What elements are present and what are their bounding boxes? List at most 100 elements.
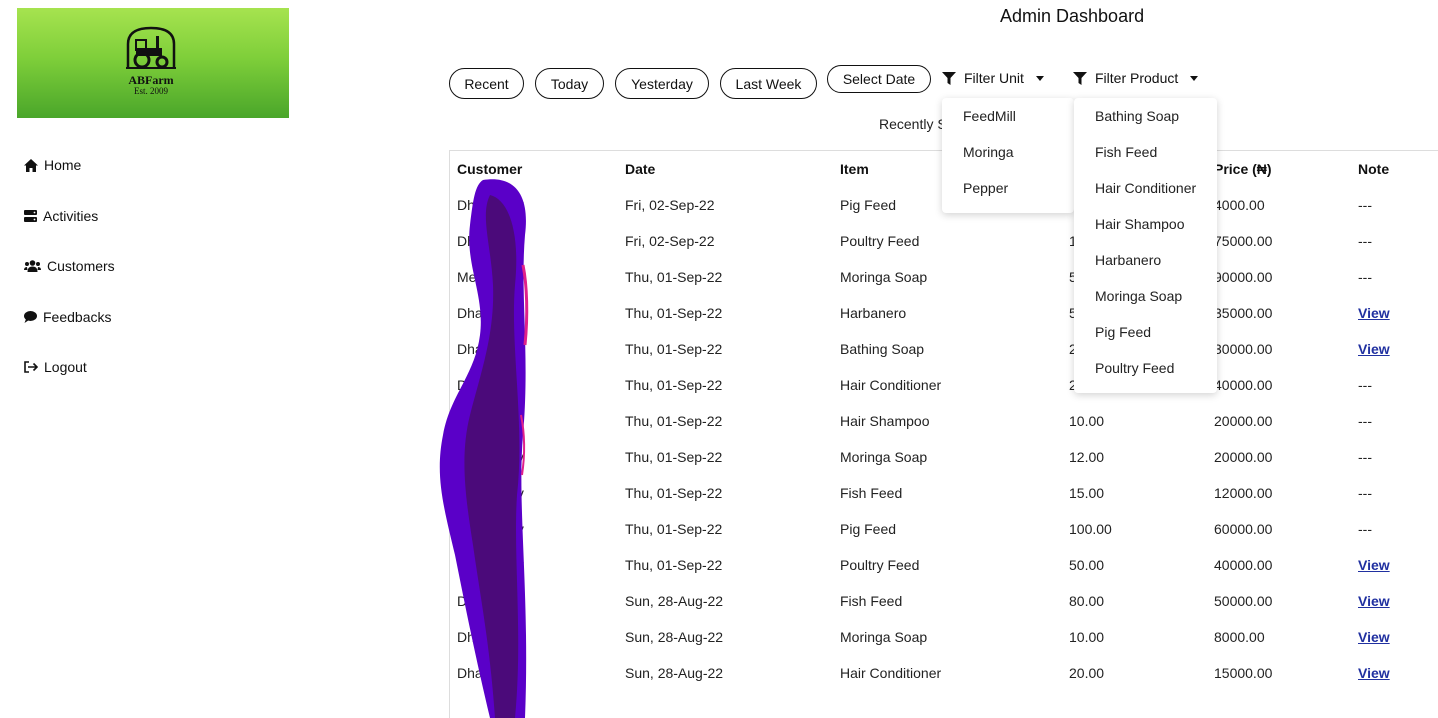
cell-quantity: 80.00	[1069, 593, 1105, 609]
cell-item: Pig Feed	[840, 521, 897, 537]
product-option-hair-shampoo[interactable]: Hair Shampoo	[1074, 206, 1217, 242]
sidebar-item-customers[interactable]: Customers	[24, 241, 224, 292]
product-option-moringa-soap[interactable]: Moringa Soap	[1074, 278, 1217, 314]
cell-date: Thu, 01-Sep-22	[625, 485, 723, 501]
cell-customer: Mercy	[457, 269, 496, 285]
table-row: Mercy Thu, 01-Sep-22 Moringa Soap 5 90000.00…	[449, 259, 1438, 295]
logout-icon	[24, 361, 38, 374]
filter-icon	[1073, 71, 1087, 85]
cell-date: Fri, 02-Sep-22	[625, 233, 715, 249]
sidebar: Home Activities Customers Feedbacks Logo…	[24, 140, 224, 393]
chevron-down-icon	[1190, 75, 1199, 81]
view-note-link[interactable]: View	[1358, 331, 1390, 367]
cell-quantity: 100.00	[1069, 521, 1112, 537]
cell-price: 35000.00	[1214, 305, 1273, 321]
filter-icon	[942, 71, 956, 85]
table-row: Dhamzeey Thu, 01-Sep-22 Fish Feed 15.00 1200…	[449, 475, 1438, 511]
view-note-link[interactable]: View	[1358, 655, 1390, 691]
product-option-fish-feed[interactable]: Fish Feed	[1074, 134, 1217, 170]
table-row: Dhamzeey Sun, 28-Aug-22 Moringa Soap 10.00 8…	[449, 619, 1438, 655]
cell-item: Moringa Soap	[840, 449, 928, 465]
server-icon	[24, 209, 37, 222]
table-row: Dhamzeey Thu, 01-Sep-22 Poultry Feed 50.00 4…	[449, 547, 1438, 583]
unit-option-moringa[interactable]: Moringa	[942, 134, 1074, 170]
table-row: Dhamzeey Sun, 28-Aug-22 Hair Conditioner 20…	[449, 655, 1438, 691]
cell-quantity: 15.00	[1069, 485, 1105, 501]
cell-price: 90000.00	[1214, 269, 1273, 285]
product-option-poultry-feed[interactable]: Poultry Feed	[1074, 350, 1217, 386]
sidebar-item-label: Feedbacks	[43, 308, 112, 325]
cell-customer: Dhamzeey	[457, 413, 524, 429]
unit-dropdown-menu: FeedMill Moringa Pepper	[942, 98, 1074, 213]
product-option-pig-feed[interactable]: Pig Feed	[1074, 314, 1217, 350]
view-note-link[interactable]: View	[1358, 547, 1390, 583]
farm-emblem: ABFarm Est. 2009	[121, 24, 181, 100]
cell-price: 50000.00	[1214, 593, 1273, 609]
cell-note: ---	[1358, 197, 1372, 213]
sidebar-item-label: Logout	[44, 359, 87, 376]
view-note-link[interactable]: View	[1358, 295, 1390, 331]
tractor-icon	[126, 26, 176, 69]
cell-note: ---	[1358, 233, 1372, 249]
product-option-bathing-soap[interactable]: Bathing Soap	[1074, 98, 1217, 134]
cell-date: Thu, 01-Sep-22	[625, 521, 723, 537]
product-option-harbanero[interactable]: Harbanero	[1074, 242, 1217, 278]
cell-customer: Dhamzeey	[457, 305, 524, 321]
cell-note: ---	[1358, 413, 1372, 429]
unit-option-feedmill[interactable]: FeedMill	[942, 98, 1074, 134]
sidebar-item-activities[interactable]: Activities	[24, 191, 224, 242]
cell-quantity: 10.00	[1069, 413, 1105, 429]
cell-price: 15000.00	[1214, 665, 1273, 681]
yesterday-button[interactable]: Yesterday	[615, 68, 709, 99]
unit-option-pepper[interactable]: Pepper	[942, 170, 1074, 206]
cell-price: 8000.00	[1214, 629, 1265, 645]
product-dropdown-menu: Bathing Soap Fish Feed Hair Conditioner …	[1074, 98, 1217, 393]
cell-price: 60000.00	[1214, 521, 1273, 537]
table-row: Dhamzeey Thu, 01-Sep-22 Pig Feed 100.00 6000…	[449, 511, 1438, 547]
page-title: Admin Dashboard	[1000, 6, 1145, 26]
filter-product-toggle[interactable]: Filter Product	[1073, 70, 1199, 86]
select-date-button[interactable]: Select Date	[827, 65, 931, 93]
cell-item: Moringa Soap	[840, 269, 928, 285]
cell-note: ---	[1358, 485, 1372, 501]
today-button[interactable]: Today	[535, 68, 604, 99]
cell-price: 30000.00	[1214, 341, 1273, 357]
product-option-hair-conditioner[interactable]: Hair Conditioner	[1074, 170, 1217, 206]
cell-customer: Dhamzeey	[457, 197, 524, 213]
table-row: Dhamzeey Thu, 01-Sep-22 Hair Shampoo 10.00 2…	[449, 403, 1438, 439]
cell-date: Thu, 01-Sep-22	[625, 377, 723, 393]
cell-item: Hair Conditioner	[840, 665, 942, 681]
cell-date: Thu, 01-Sep-22	[625, 341, 723, 357]
sidebar-item-feedbacks[interactable]: Feedbacks	[24, 292, 224, 343]
home-icon	[24, 158, 38, 172]
col-header-note: Note	[1358, 161, 1390, 177]
cell-price: 20000.00	[1214, 413, 1273, 429]
cell-item: Moringa Soap	[840, 629, 928, 645]
last-week-button[interactable]: Last Week	[720, 68, 817, 99]
cell-date: Thu, 01-Sep-22	[625, 413, 723, 429]
recent-button[interactable]: Recent	[449, 68, 524, 99]
chevron-down-icon	[1035, 75, 1044, 81]
cell-item: Hair Shampoo	[840, 413, 930, 429]
sidebar-item-home[interactable]: Home	[24, 140, 224, 191]
cell-date: Sun, 28-Aug-22	[625, 629, 724, 645]
cell-date: Fri, 02-Sep-22	[625, 197, 715, 213]
filter-unit-toggle[interactable]: Filter Unit	[942, 70, 1044, 86]
comment-icon	[24, 310, 37, 323]
cell-price: 75000.00	[1214, 233, 1273, 249]
sidebar-item-label: Home	[44, 157, 82, 174]
view-note-link[interactable]: View	[1358, 619, 1390, 655]
cell-customer: Dhamzeey	[457, 593, 524, 609]
view-note-link[interactable]: View	[1358, 583, 1390, 619]
cell-customer: Dhamzeey	[457, 341, 524, 357]
sidebar-item-logout[interactable]: Logout	[24, 342, 224, 393]
sidebar-item-label: Activities	[43, 207, 99, 224]
cell-date: Thu, 01-Sep-22	[625, 449, 723, 465]
cell-note: ---	[1358, 269, 1372, 285]
brand-established: Est. 2009	[133, 86, 168, 96]
cell-date: Thu, 01-Sep-22	[625, 305, 723, 321]
cell-customer: Dhamzeey	[457, 557, 524, 573]
cell-item: Poultry Feed	[840, 557, 920, 573]
cell-date: Thu, 01-Sep-22	[625, 269, 723, 285]
cell-date: Sun, 28-Aug-22	[625, 665, 724, 681]
